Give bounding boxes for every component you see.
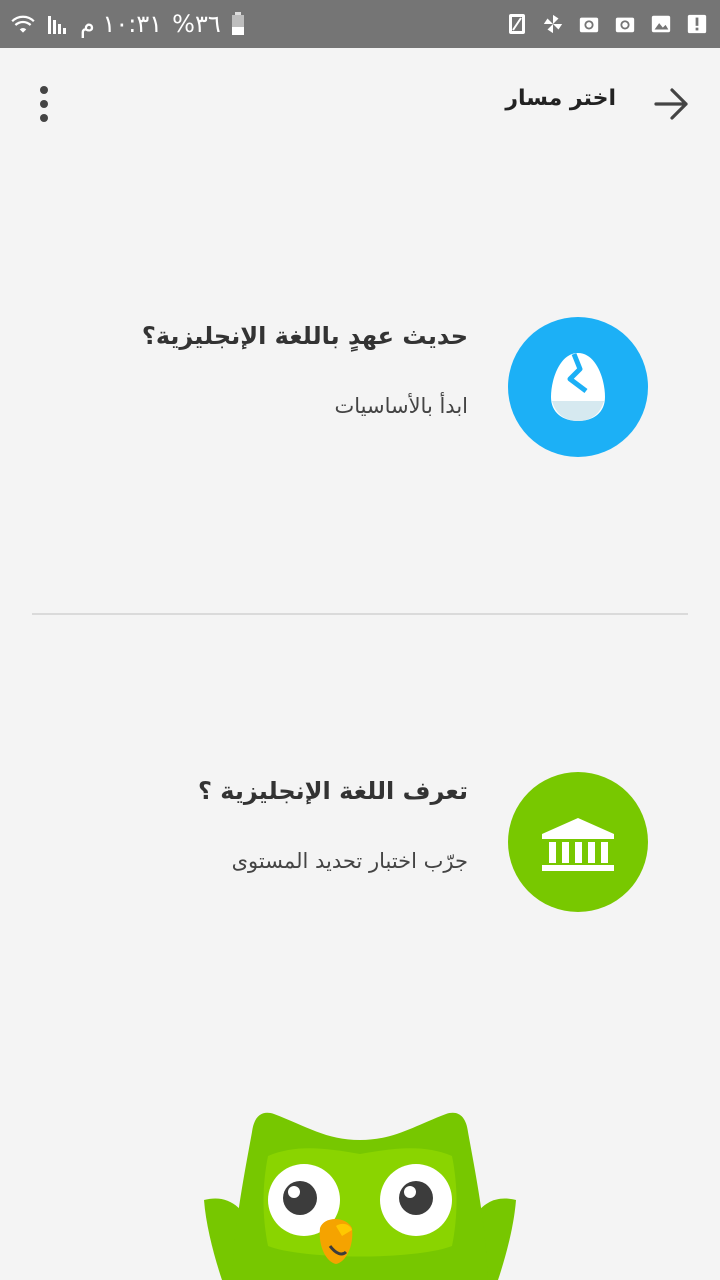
option-title: حديث عهدٍ باللغة الإنجليزية؟ — [141, 322, 468, 350]
app-bar: اختر مسار — [0, 48, 720, 160]
wifi-icon — [11, 15, 35, 33]
beginner-icon-circle — [508, 317, 648, 457]
sim-icon — [509, 14, 525, 34]
pinwheel-icon — [543, 14, 563, 34]
option-beginner[interactable]: حديث عهدٍ باللغة الإنجليزية؟ ابدأ بالأسا… — [0, 290, 720, 490]
alert-icon — [687, 14, 707, 34]
battery-icon — [231, 12, 244, 35]
option-placement-test[interactable]: تعرف اللغة الإنجليزية ؟ جرّب اختبار تحدي… — [0, 745, 720, 945]
signal-icon — [48, 16, 66, 34]
option-subtitle: ابدأ بالأساسيات — [334, 394, 468, 418]
placement-icon-circle — [508, 772, 648, 912]
more-vert-icon — [40, 86, 48, 122]
option-title: تعرف اللغة الإنجليزية ؟ — [198, 777, 468, 805]
egg-icon — [551, 353, 605, 421]
status-right — [506, 0, 708, 48]
status-bar: ١٠:٣١ م %٣٦ — [0, 0, 720, 48]
status-left: ١٠:٣١ م %٣٦ — [10, 0, 245, 48]
status-time: ١٠:٣١ م — [80, 10, 163, 38]
back-button[interactable] — [652, 84, 692, 124]
option-subtitle: جرّب اختبار تحديد المستوى — [231, 849, 468, 873]
overflow-menu-button[interactable] — [28, 84, 60, 124]
arrow-right-icon — [654, 88, 688, 120]
email-icon — [615, 17, 635, 33]
image-icon — [651, 15, 671, 33]
divider — [32, 613, 688, 615]
bank-icon — [542, 818, 614, 871]
battery-percent: %٣٦ — [172, 10, 221, 38]
email-icon — [579, 17, 599, 33]
owl-mascot-icon — [204, 1112, 516, 1280]
page-title: اختر مسار — [505, 86, 616, 111]
